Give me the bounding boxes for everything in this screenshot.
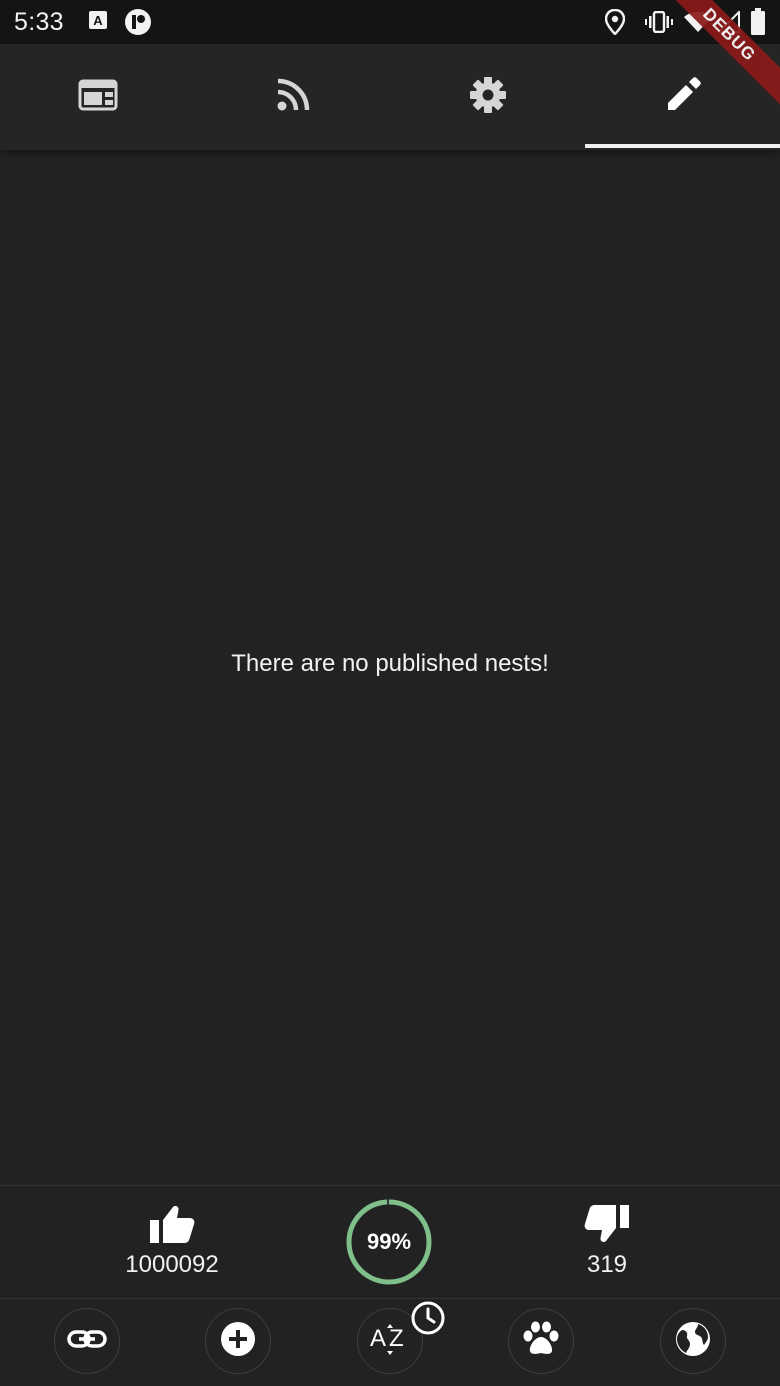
status-bar: 5:33 A: [0, 0, 780, 44]
vibrate-icon: [645, 10, 673, 38]
tab-web[interactable]: [0, 44, 195, 150]
text-a-icon: A: [88, 10, 108, 35]
settings-gear-icon: [469, 76, 507, 119]
tab-settings[interactable]: [390, 44, 585, 150]
globe-icon: [674, 1320, 712, 1363]
like-count: 1000092: [125, 1251, 219, 1278]
paw-icon: [522, 1321, 560, 1362]
rating-percent: 99%: [366, 1229, 412, 1254]
tab-feed[interactable]: [195, 44, 390, 150]
empty-message: There are no published nests!: [231, 650, 549, 677]
svg-text:A: A: [93, 13, 103, 28]
tab-bar: [0, 44, 780, 150]
clock-icon: [410, 1300, 446, 1341]
add-button[interactable]: [205, 1308, 271, 1374]
location-icon: [604, 8, 626, 40]
dislike-count: 319: [586, 1251, 628, 1278]
rating-indicator: 99%: [345, 1198, 433, 1286]
battery-icon: [750, 8, 766, 41]
globe-button[interactable]: [660, 1308, 726, 1374]
sort-az-icon: AZ: [370, 1321, 410, 1362]
svg-text:Z: Z: [389, 1325, 404, 1352]
vote-bar: 1000092 99% 319: [0, 1185, 780, 1299]
status-time: 5:33: [14, 8, 64, 36]
link-icon: [67, 1329, 107, 1354]
app-circle-icon: [124, 8, 152, 41]
paw-button[interactable]: [508, 1308, 574, 1374]
rss-feed-icon: [276, 78, 310, 117]
action-bar: AZ: [0, 1298, 780, 1386]
link-button[interactable]: [54, 1308, 120, 1374]
thumbs-up-icon: [149, 1206, 195, 1248]
edit-pencil-icon: [664, 76, 702, 119]
svg-text:A: A: [370, 1325, 386, 1352]
tab-indicator: [585, 144, 780, 148]
web-layout-icon: [78, 79, 118, 116]
thumbs-down-icon: [584, 1205, 630, 1248]
dislike-button[interactable]: 319: [527, 1204, 687, 1279]
add-circle-icon: [220, 1321, 256, 1362]
like-button[interactable]: 1000092: [92, 1204, 252, 1279]
